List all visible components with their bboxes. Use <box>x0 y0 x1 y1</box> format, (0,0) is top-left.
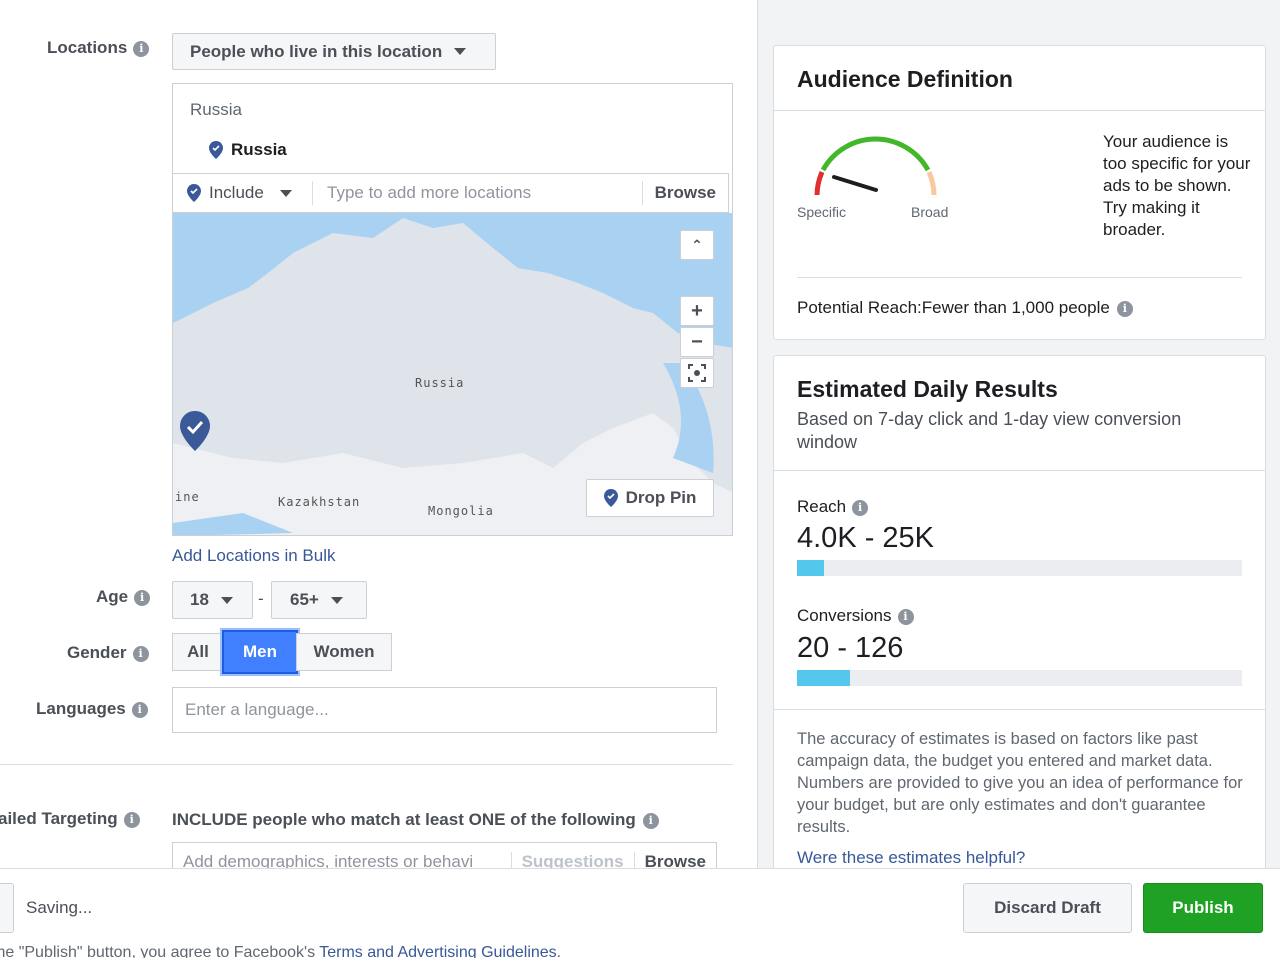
card-divider <box>774 709 1265 710</box>
potential-reach: Potential Reach:Fewer than 1,000 people i <box>797 298 1133 318</box>
languages-label: Languages i <box>36 699 148 719</box>
terms-link[interactable]: Terms and Advertising Guidelines <box>319 944 556 958</box>
reach-value: 4.0K - 25K <box>797 522 935 554</box>
info-icon[interactable]: i <box>131 701 148 718</box>
map-label-kazakhstan: Kazakhstan <box>278 495 361 509</box>
footer-bar: Saving... the "Publish" button, you agre… <box>0 868 1280 958</box>
location-include-bar: Include Type to add more locations Brows… <box>172 173 729 213</box>
location-pin-icon <box>209 141 223 159</box>
add-location-input[interactable]: Type to add more locations <box>313 183 642 203</box>
locations-label: Locations i <box>47 38 150 58</box>
discard-draft-button[interactable]: Discard Draft <box>963 883 1132 933</box>
detailed-targeting-label: ailed Targeting i <box>0 809 140 829</box>
age-label: Age i <box>96 587 151 607</box>
location-pin-icon <box>603 489 618 507</box>
zoom-in-button[interactable]: + <box>680 296 714 326</box>
reach-label: Reach i <box>797 497 869 517</box>
reach-bar-fill <box>797 560 824 576</box>
estimated-results-card: Estimated Daily Results Based on 7-day c… <box>773 355 1266 868</box>
age-separator: - <box>258 589 264 608</box>
fit-bounds-icon <box>688 364 706 382</box>
info-icon[interactable]: i <box>852 499 869 516</box>
location-search-text: Russia <box>190 100 242 119</box>
include-dropdown[interactable]: Include <box>173 181 313 205</box>
gauge-label-broad: Broad <box>911 204 949 220</box>
card-divider <box>774 470 1265 471</box>
saving-status: Saving... <box>26 898 93 917</box>
browse-targeting-button[interactable]: Browse <box>633 852 716 868</box>
accuracy-note: The accuracy of estimates is based on fa… <box>797 730 1243 836</box>
reach-bar <box>797 560 1242 576</box>
map-collapse-button[interactable]: ⌃ <box>680 230 714 260</box>
map-fit-button[interactable] <box>680 358 714 388</box>
add-locations-bulk-link[interactable]: Add Locations in Bulk <box>172 546 336 566</box>
audience-gauge <box>814 136 937 196</box>
gender-label: Gender i <box>67 643 149 663</box>
detailed-targeting-input[interactable]: Add demographics, interests or behavi <box>173 852 511 868</box>
conversions-bar-fill <box>797 670 851 686</box>
estimated-results-title: Estimated Daily Results <box>797 376 1058 402</box>
selected-location[interactable]: Russia <box>209 140 287 160</box>
language-input[interactable]: Enter a language... <box>172 687 717 733</box>
info-icon[interactable]: i <box>132 645 149 662</box>
audience-definition-title: Audience Definition <box>797 66 1013 92</box>
caret-down-icon <box>279 189 292 197</box>
age-max-dropdown[interactable]: 65+ <box>271 581 367 619</box>
caret-down-icon <box>330 596 343 604</box>
caret-down-icon <box>220 596 233 604</box>
close-button[interactable] <box>0 883 14 933</box>
info-icon[interactable]: i <box>134 589 151 606</box>
browse-locations-button[interactable]: Browse <box>641 181 728 205</box>
map-label-mongolia: Mongolia <box>428 504 494 518</box>
card-divider <box>774 110 1265 111</box>
location-type-dropdown[interactable]: People who live in this location <box>172 33 496 70</box>
detailed-targeting-description: INCLUDE people who match at least ONE of… <box>172 810 659 830</box>
gender-women-button[interactable]: Women <box>296 633 392 671</box>
gender-men-button[interactable]: Men <box>222 630 298 674</box>
suggestions-button[interactable]: Suggestions <box>510 852 634 868</box>
zoom-out-button[interactable]: − <box>680 327 714 357</box>
info-icon[interactable]: i <box>642 812 659 829</box>
estimates-helpful-link[interactable]: Were these estimates helpful? <box>797 848 1025 868</box>
map-label-ukraine: ine <box>175 490 200 504</box>
drop-pin-button[interactable]: Drop Pin <box>586 479 714 517</box>
conversions-label: Conversions i <box>797 606 914 626</box>
info-icon[interactable]: i <box>1116 300 1133 317</box>
publish-button[interactable]: Publish <box>1143 883 1263 933</box>
location-map[interactable]: Russia Kazakhstan Mongolia ine ⌃ + − Dro… <box>172 213 733 536</box>
map-marker-icon[interactable] <box>180 411 210 451</box>
map-label-russia: Russia <box>415 376 465 390</box>
info-icon[interactable]: i <box>123 811 140 828</box>
targeting-panel: Locations i People who live in this locat… <box>0 0 757 868</box>
conversions-value: 20 - 126 <box>797 632 904 664</box>
section-divider <box>0 764 733 765</box>
info-icon[interactable]: i <box>133 40 150 57</box>
detailed-targeting-box: Add demographics, interests or behavi Su… <box>172 842 717 868</box>
gauge-label-specific: Specific <box>797 204 847 220</box>
card-divider <box>797 277 1242 278</box>
estimated-results-subtitle: Based on 7-day click and 1-day view conv… <box>797 409 1182 452</box>
gender-all-button[interactable]: All <box>172 633 224 671</box>
audience-message: Your audience is too specific for your a… <box>1103 132 1251 239</box>
age-min-dropdown[interactable]: 18 <box>172 581 253 619</box>
summary-panel: Audience Definition Specific Broad Your … <box>757 0 1280 868</box>
audience-definition-card: Audience Definition Specific Broad Your … <box>773 45 1266 340</box>
info-icon[interactable]: i <box>897 608 914 625</box>
terms-text: the "Publish" button, you agree to Faceb… <box>0 944 561 958</box>
caret-down-icon <box>454 48 467 55</box>
location-pin-icon <box>187 184 201 202</box>
conversions-bar <box>797 670 1242 686</box>
